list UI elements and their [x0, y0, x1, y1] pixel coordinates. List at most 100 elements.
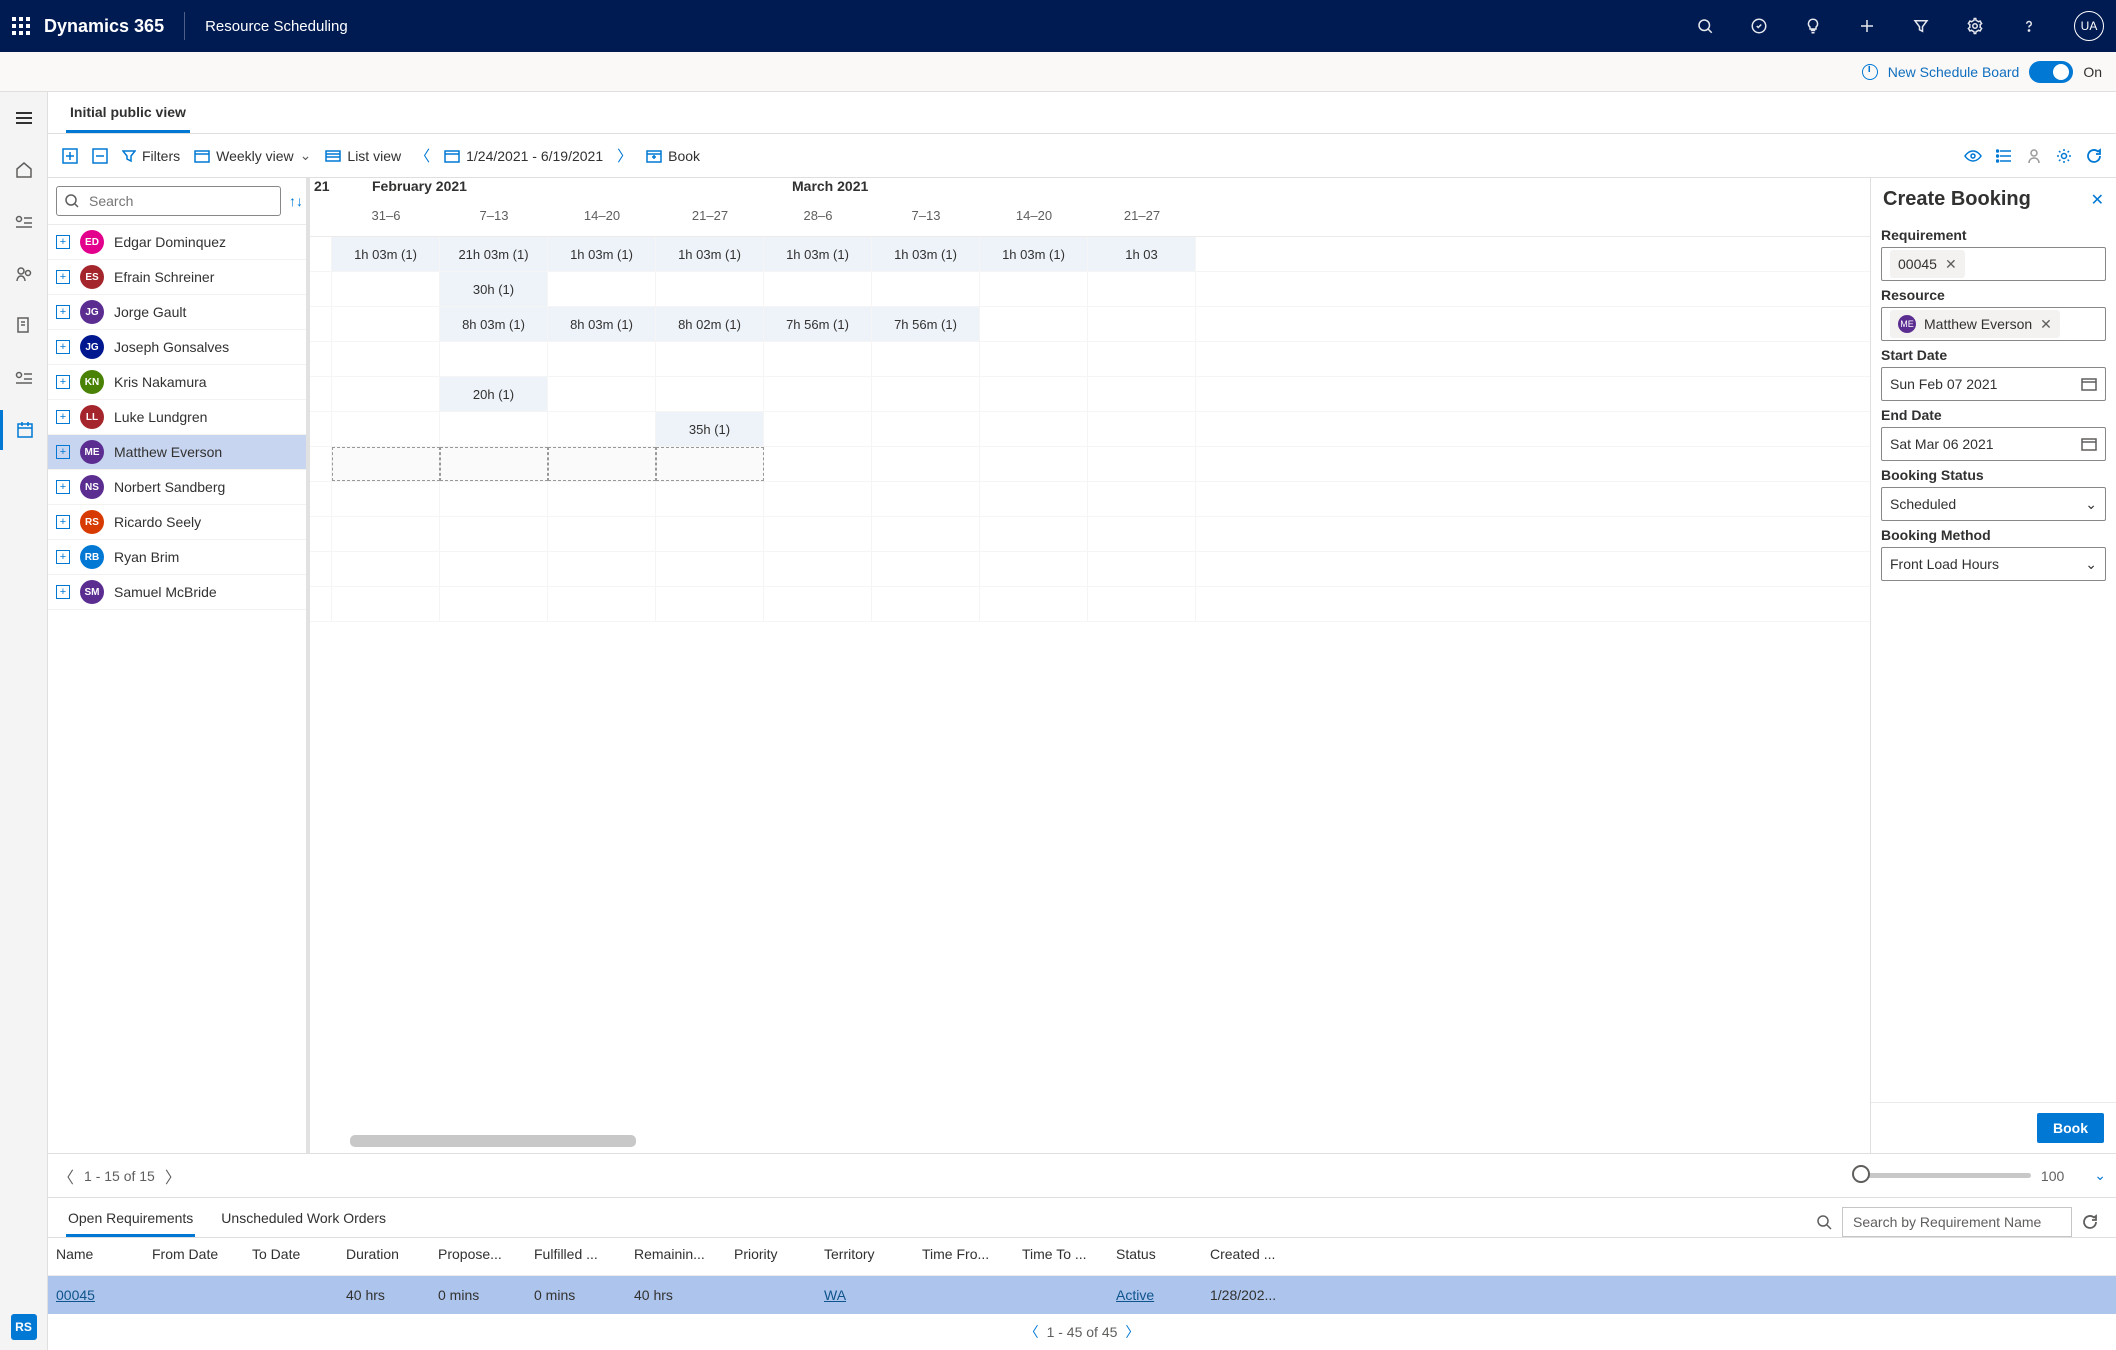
close-icon[interactable]: ✕: [2091, 190, 2104, 210]
date-next-button[interactable]: 〉: [617, 145, 632, 166]
grid-cell[interactable]: [332, 552, 440, 586]
grid-cell[interactable]: [656, 377, 764, 411]
expand-icon[interactable]: +: [56, 235, 70, 249]
grid-cell[interactable]: [656, 587, 764, 621]
grid-cell[interactable]: [656, 482, 764, 516]
grid-cell[interactable]: [548, 587, 656, 621]
requirement-field[interactable]: 00045✕: [1881, 247, 2106, 281]
grid-cell[interactable]: [1088, 482, 1196, 516]
resource-row[interactable]: + SM Samuel McBride: [48, 575, 306, 610]
search-icon[interactable]: [1816, 1214, 1832, 1230]
grid-cell[interactable]: [764, 517, 872, 551]
nav-doc-icon[interactable]: [0, 306, 48, 346]
row-name-link[interactable]: 00045: [56, 1287, 95, 1303]
grid-cell[interactable]: [1088, 447, 1196, 481]
grid-cell[interactable]: [980, 587, 1088, 621]
grid-cell[interactable]: [980, 272, 1088, 306]
book-submit-button[interactable]: Book: [2037, 1113, 2104, 1143]
btm-pager-prev-icon[interactable]: 〈: [1025, 1322, 1039, 1342]
grid-cell[interactable]: 8h 03m (1): [548, 307, 656, 341]
resource-row[interactable]: + JG Joseph Gonsalves: [48, 330, 306, 365]
date-prev-button[interactable]: 〈: [415, 145, 430, 166]
list-icon[interactable]: [1996, 149, 2012, 163]
grid-cell[interactable]: [656, 447, 764, 481]
column-header[interactable]: Fulfilled ...: [526, 1238, 626, 1275]
column-header[interactable]: Remainin...: [626, 1238, 726, 1275]
resource-row[interactable]: + ED Edgar Dominquez: [48, 225, 306, 260]
task-icon[interactable]: [1750, 17, 1790, 35]
clear-requirement-icon[interactable]: ✕: [1945, 256, 1957, 273]
date-range-picker[interactable]: 1/24/2021 - 6/19/2021: [444, 148, 603, 164]
grid-cell[interactable]: [332, 377, 440, 411]
btm-pager-next-icon[interactable]: 〉: [1125, 1322, 1139, 1342]
column-header[interactable]: Time Fro...: [914, 1238, 1014, 1275]
grid-cell[interactable]: [980, 482, 1088, 516]
grid-cell[interactable]: 8h 03m (1): [440, 307, 548, 341]
grid-cell[interactable]: 1h 03: [1088, 237, 1196, 271]
filter-icon[interactable]: [1912, 17, 1952, 35]
column-header[interactable]: From Date: [144, 1238, 244, 1275]
column-header[interactable]: Name: [48, 1238, 144, 1275]
expand-icon[interactable]: +: [56, 445, 70, 459]
grid-cell[interactable]: [440, 552, 548, 586]
grid-cell[interactable]: [872, 587, 980, 621]
status-field[interactable]: Scheduled⌄: [1881, 487, 2106, 521]
gear-icon[interactable]: [2056, 148, 2072, 164]
grid-cell[interactable]: [332, 307, 440, 341]
table-row[interactable]: 00045 40 hrs 0 mins 0 mins 40 hrs WA Act…: [48, 1276, 2116, 1314]
list-view-button[interactable]: List view: [325, 148, 401, 164]
info-icon[interactable]: [1862, 64, 1878, 80]
end-date-field[interactable]: Sat Mar 06 2021: [1881, 427, 2106, 461]
column-header[interactable]: Status: [1108, 1238, 1202, 1275]
collapse-all-button[interactable]: [92, 148, 108, 164]
grid-cell[interactable]: [656, 517, 764, 551]
add-icon[interactable]: [1858, 17, 1898, 35]
expand-icon[interactable]: +: [56, 480, 70, 494]
grid-cell[interactable]: [872, 552, 980, 586]
book-button[interactable]: Book: [646, 148, 700, 164]
app-launcher-icon[interactable]: [12, 17, 30, 35]
resource-row[interactable]: + ES Efrain Schreiner: [48, 260, 306, 295]
grid-cell[interactable]: [980, 552, 1088, 586]
lightbulb-icon[interactable]: [1804, 17, 1844, 35]
clear-resource-icon[interactable]: ✕: [2040, 316, 2052, 333]
grid-cell[interactable]: [1088, 517, 1196, 551]
nav-bottom-app-tag[interactable]: RS: [11, 1314, 37, 1340]
expand-icon[interactable]: +: [56, 270, 70, 284]
pager-next-icon[interactable]: 〉: [165, 1164, 181, 1188]
column-header[interactable]: Propose...: [430, 1238, 526, 1275]
grid-cell[interactable]: [872, 412, 980, 446]
grid-cell[interactable]: [764, 587, 872, 621]
grid-cell[interactable]: [980, 412, 1088, 446]
resource-field[interactable]: MEMatthew Everson✕: [1881, 307, 2106, 341]
resource-row[interactable]: + NS Norbert Sandberg: [48, 470, 306, 505]
grid-cell[interactable]: 1h 03m (1): [980, 237, 1088, 271]
grid-cell[interactable]: [548, 377, 656, 411]
expand-icon[interactable]: +: [56, 585, 70, 599]
chevron-down-icon[interactable]: ⌄: [2094, 1167, 2106, 1184]
column-header[interactable]: To Date: [244, 1238, 338, 1275]
grid-cell[interactable]: 1h 03m (1): [332, 237, 440, 271]
grid-cell[interactable]: 1h 03m (1): [656, 237, 764, 271]
start-date-field[interactable]: Sun Feb 07 2021: [1881, 367, 2106, 401]
grid-cell[interactable]: [764, 447, 872, 481]
grid-cell[interactable]: [332, 342, 440, 376]
grid-cell[interactable]: [1088, 552, 1196, 586]
grid-cell[interactable]: 21h 03m (1): [440, 237, 548, 271]
column-header[interactable]: Territory: [816, 1238, 914, 1275]
grid-cell[interactable]: [872, 517, 980, 551]
row-territory-link[interactable]: WA: [824, 1287, 846, 1303]
grid-cell[interactable]: [980, 307, 1088, 341]
grid-cell[interactable]: [440, 447, 548, 481]
horizontal-scrollbar[interactable]: [350, 1135, 636, 1147]
grid-cell[interactable]: [872, 342, 980, 376]
grid-cell[interactable]: [332, 482, 440, 516]
grid-cell[interactable]: [656, 342, 764, 376]
sort-icon[interactable]: ↑↓: [289, 193, 303, 209]
grid-cell[interactable]: [764, 412, 872, 446]
nav-schedule-board-icon[interactable]: [0, 410, 48, 450]
tab-unscheduled-orders[interactable]: Unscheduled Work Orders: [219, 1202, 388, 1237]
grid-cell[interactable]: [1088, 587, 1196, 621]
view-mode-dropdown[interactable]: Weekly view⌄: [194, 147, 311, 164]
column-header[interactable]: Duration: [338, 1238, 430, 1275]
